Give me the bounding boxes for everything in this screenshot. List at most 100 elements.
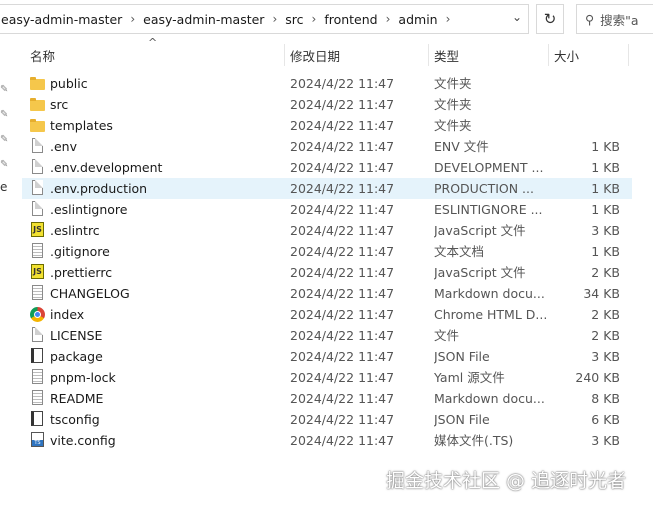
file-size: 240 KB xyxy=(575,370,620,385)
column-header-type[interactable]: 类型 xyxy=(434,46,459,65)
file-row[interactable]: tsconfig 2024/4/22 11:47 JSON File 6 KB xyxy=(22,409,632,430)
sort-up-icon: ^ xyxy=(148,36,158,49)
breadcrumb-item[interactable]: admin xyxy=(395,12,440,27)
json-file-icon xyxy=(31,348,43,363)
column-divider[interactable] xyxy=(548,44,549,66)
pin-icon[interactable]: ✎ xyxy=(0,109,8,120)
search-placeholder: 搜索"a xyxy=(600,12,639,28)
file-row[interactable]: .env 2024/4/22 11:47 ENV 文件 1 KB xyxy=(22,136,632,157)
column-divider[interactable] xyxy=(628,44,629,66)
file-name: README xyxy=(50,391,104,406)
pin-icon[interactable]: ✎ xyxy=(0,159,8,170)
file-date: 2024/4/22 11:47 xyxy=(290,307,395,322)
file-row[interactable]: .env.development 2024/4/22 11:47 DEVELOPME… xyxy=(22,157,632,178)
file-name: src xyxy=(50,97,69,112)
breadcrumb-item[interactable]: easy-admin-master xyxy=(140,12,267,27)
chrome-icon xyxy=(30,307,45,322)
file-type: JavaScript 文件 xyxy=(434,223,526,238)
file-type: Markdown docu... xyxy=(434,391,545,406)
nav-pane-label[interactable]: e xyxy=(0,180,7,194)
refresh-icon: ↻ xyxy=(543,10,557,28)
file-size: 3 KB xyxy=(591,349,620,364)
file-type: Yaml 源文件 xyxy=(434,370,505,385)
file-icon xyxy=(32,159,43,174)
text-file-icon xyxy=(32,369,43,384)
file-date: 2024/4/22 11:47 xyxy=(290,265,395,280)
column-divider[interactable] xyxy=(284,44,285,66)
file-name: pnpm-lock xyxy=(50,370,116,385)
folder-icon xyxy=(30,119,45,132)
breadcrumb-item[interactable]: frontend xyxy=(321,12,380,27)
file-type: JSON File xyxy=(434,349,490,364)
js-file-icon: JS xyxy=(31,264,44,279)
chevron-right-icon[interactable]: › xyxy=(125,12,140,26)
file-name: vite.config xyxy=(50,433,116,448)
file-row[interactable]: LICENSE 2024/4/22 11:47 文件 2 KB xyxy=(22,325,632,346)
file-type: PRODUCTION ... xyxy=(434,181,534,196)
file-date: 2024/4/22 11:47 xyxy=(290,139,395,154)
file-type: 文件夹 xyxy=(434,118,472,133)
file-date: 2024/4/22 11:47 xyxy=(290,97,395,112)
file-type: 媒体文件(.TS) xyxy=(434,433,514,448)
breadcrumb-item[interactable]: easy-admin-master xyxy=(0,12,125,27)
pin-icon[interactable]: ✎ xyxy=(0,84,8,95)
chevron-right-icon[interactable]: › xyxy=(267,12,282,26)
file-type: Markdown docu... xyxy=(434,286,545,301)
chevron-down-icon[interactable]: ⌄ xyxy=(512,10,522,24)
file-type: 文本文档 xyxy=(434,244,485,259)
file-date: 2024/4/22 11:47 xyxy=(290,349,395,364)
file-type: 文件夹 xyxy=(434,97,472,112)
file-row[interactable]: templates 2024/4/22 11:47 文件夹 xyxy=(22,115,632,136)
file-size: 6 KB xyxy=(591,412,620,427)
file-name: .env xyxy=(50,139,77,154)
file-date: 2024/4/22 11:47 xyxy=(290,76,395,91)
file-name: package xyxy=(50,349,103,364)
file-name: .prettierrc xyxy=(50,265,113,280)
column-header-date[interactable]: 修改日期 xyxy=(290,46,340,65)
file-row[interactable]: .env.production 2024/4/22 11:47 PRODUCTION… xyxy=(22,178,632,199)
file-name: CHANGELOG xyxy=(50,286,130,301)
file-name: public xyxy=(50,76,88,91)
file-row[interactable]: package 2024/4/22 11:47 JSON File 3 KB xyxy=(22,346,632,367)
search-input[interactable]: ⚲ 搜索"a xyxy=(576,4,653,34)
file-row[interactable]: src 2024/4/22 11:47 文件夹 xyxy=(22,94,632,115)
pin-icon[interactable]: ✎ xyxy=(0,134,8,145)
file-row[interactable]: index 2024/4/22 11:47 Chrome HTML D... 2 KB xyxy=(22,304,632,325)
file-row[interactable]: vite.config 2024/4/22 11:47 媒体文件(.TS) 3 KB xyxy=(22,430,632,451)
file-date: 2024/4/22 11:47 xyxy=(290,328,395,343)
file-row[interactable]: .eslintignore 2024/4/22 11:47 ESLINTIGNORE… xyxy=(22,199,632,220)
file-date: 2024/4/22 11:47 xyxy=(290,223,395,238)
column-header-size[interactable]: 大小 xyxy=(554,46,579,65)
file-name: .env.production xyxy=(50,181,148,196)
file-size: 3 KB xyxy=(591,433,620,448)
file-icon xyxy=(32,138,43,153)
file-size: 3 KB xyxy=(591,223,620,238)
file-row[interactable]: pnpm-lock 2024/4/22 11:47 Yaml 源文件 240 KB xyxy=(22,367,632,388)
file-row[interactable]: public 2024/4/22 11:47 文件夹 xyxy=(22,73,632,94)
file-date: 2024/4/22 11:47 xyxy=(290,433,395,448)
column-header-name[interactable]: 名称 xyxy=(30,46,55,65)
chevron-right-icon[interactable]: › xyxy=(307,12,322,26)
file-name: .env.development xyxy=(50,160,163,175)
column-divider[interactable] xyxy=(428,44,429,66)
file-type: ENV 文件 xyxy=(434,139,489,154)
file-name: .gitignore xyxy=(50,244,110,259)
file-row[interactable]: JS .prettierrc 2024/4/22 11:47 JavaScript 文… xyxy=(22,262,632,283)
file-size: 2 KB xyxy=(591,328,620,343)
file-icon xyxy=(32,327,43,342)
breadcrumb-item[interactable]: src xyxy=(282,12,306,27)
chevron-right-icon[interactable]: › xyxy=(441,12,456,26)
file-row[interactable]: .gitignore 2024/4/22 11:47 文本文档 1 KB xyxy=(22,241,632,262)
ts-file-icon xyxy=(31,432,44,447)
address-bar[interactable]: easy-admin-master › easy-admin-master › … xyxy=(0,4,529,34)
file-row[interactable]: README 2024/4/22 11:47 Markdown docu... 8 K… xyxy=(22,388,632,409)
file-name: .eslintignore xyxy=(50,202,128,217)
refresh-button[interactable]: ↻ xyxy=(536,4,564,34)
address-bar-area: easy-admin-master › easy-admin-master › … xyxy=(0,0,653,36)
chevron-right-icon[interactable]: › xyxy=(381,12,396,26)
file-row[interactable]: JS .eslintrc 2024/4/22 11:47 JavaScript 文件 3… xyxy=(22,220,632,241)
file-type: 文件夹 xyxy=(434,76,472,91)
file-date: 2024/4/22 11:47 xyxy=(290,370,395,385)
file-row[interactable]: CHANGELOG 2024/4/22 11:47 Markdown docu...… xyxy=(22,283,632,304)
file-size: 1 KB xyxy=(591,139,620,154)
